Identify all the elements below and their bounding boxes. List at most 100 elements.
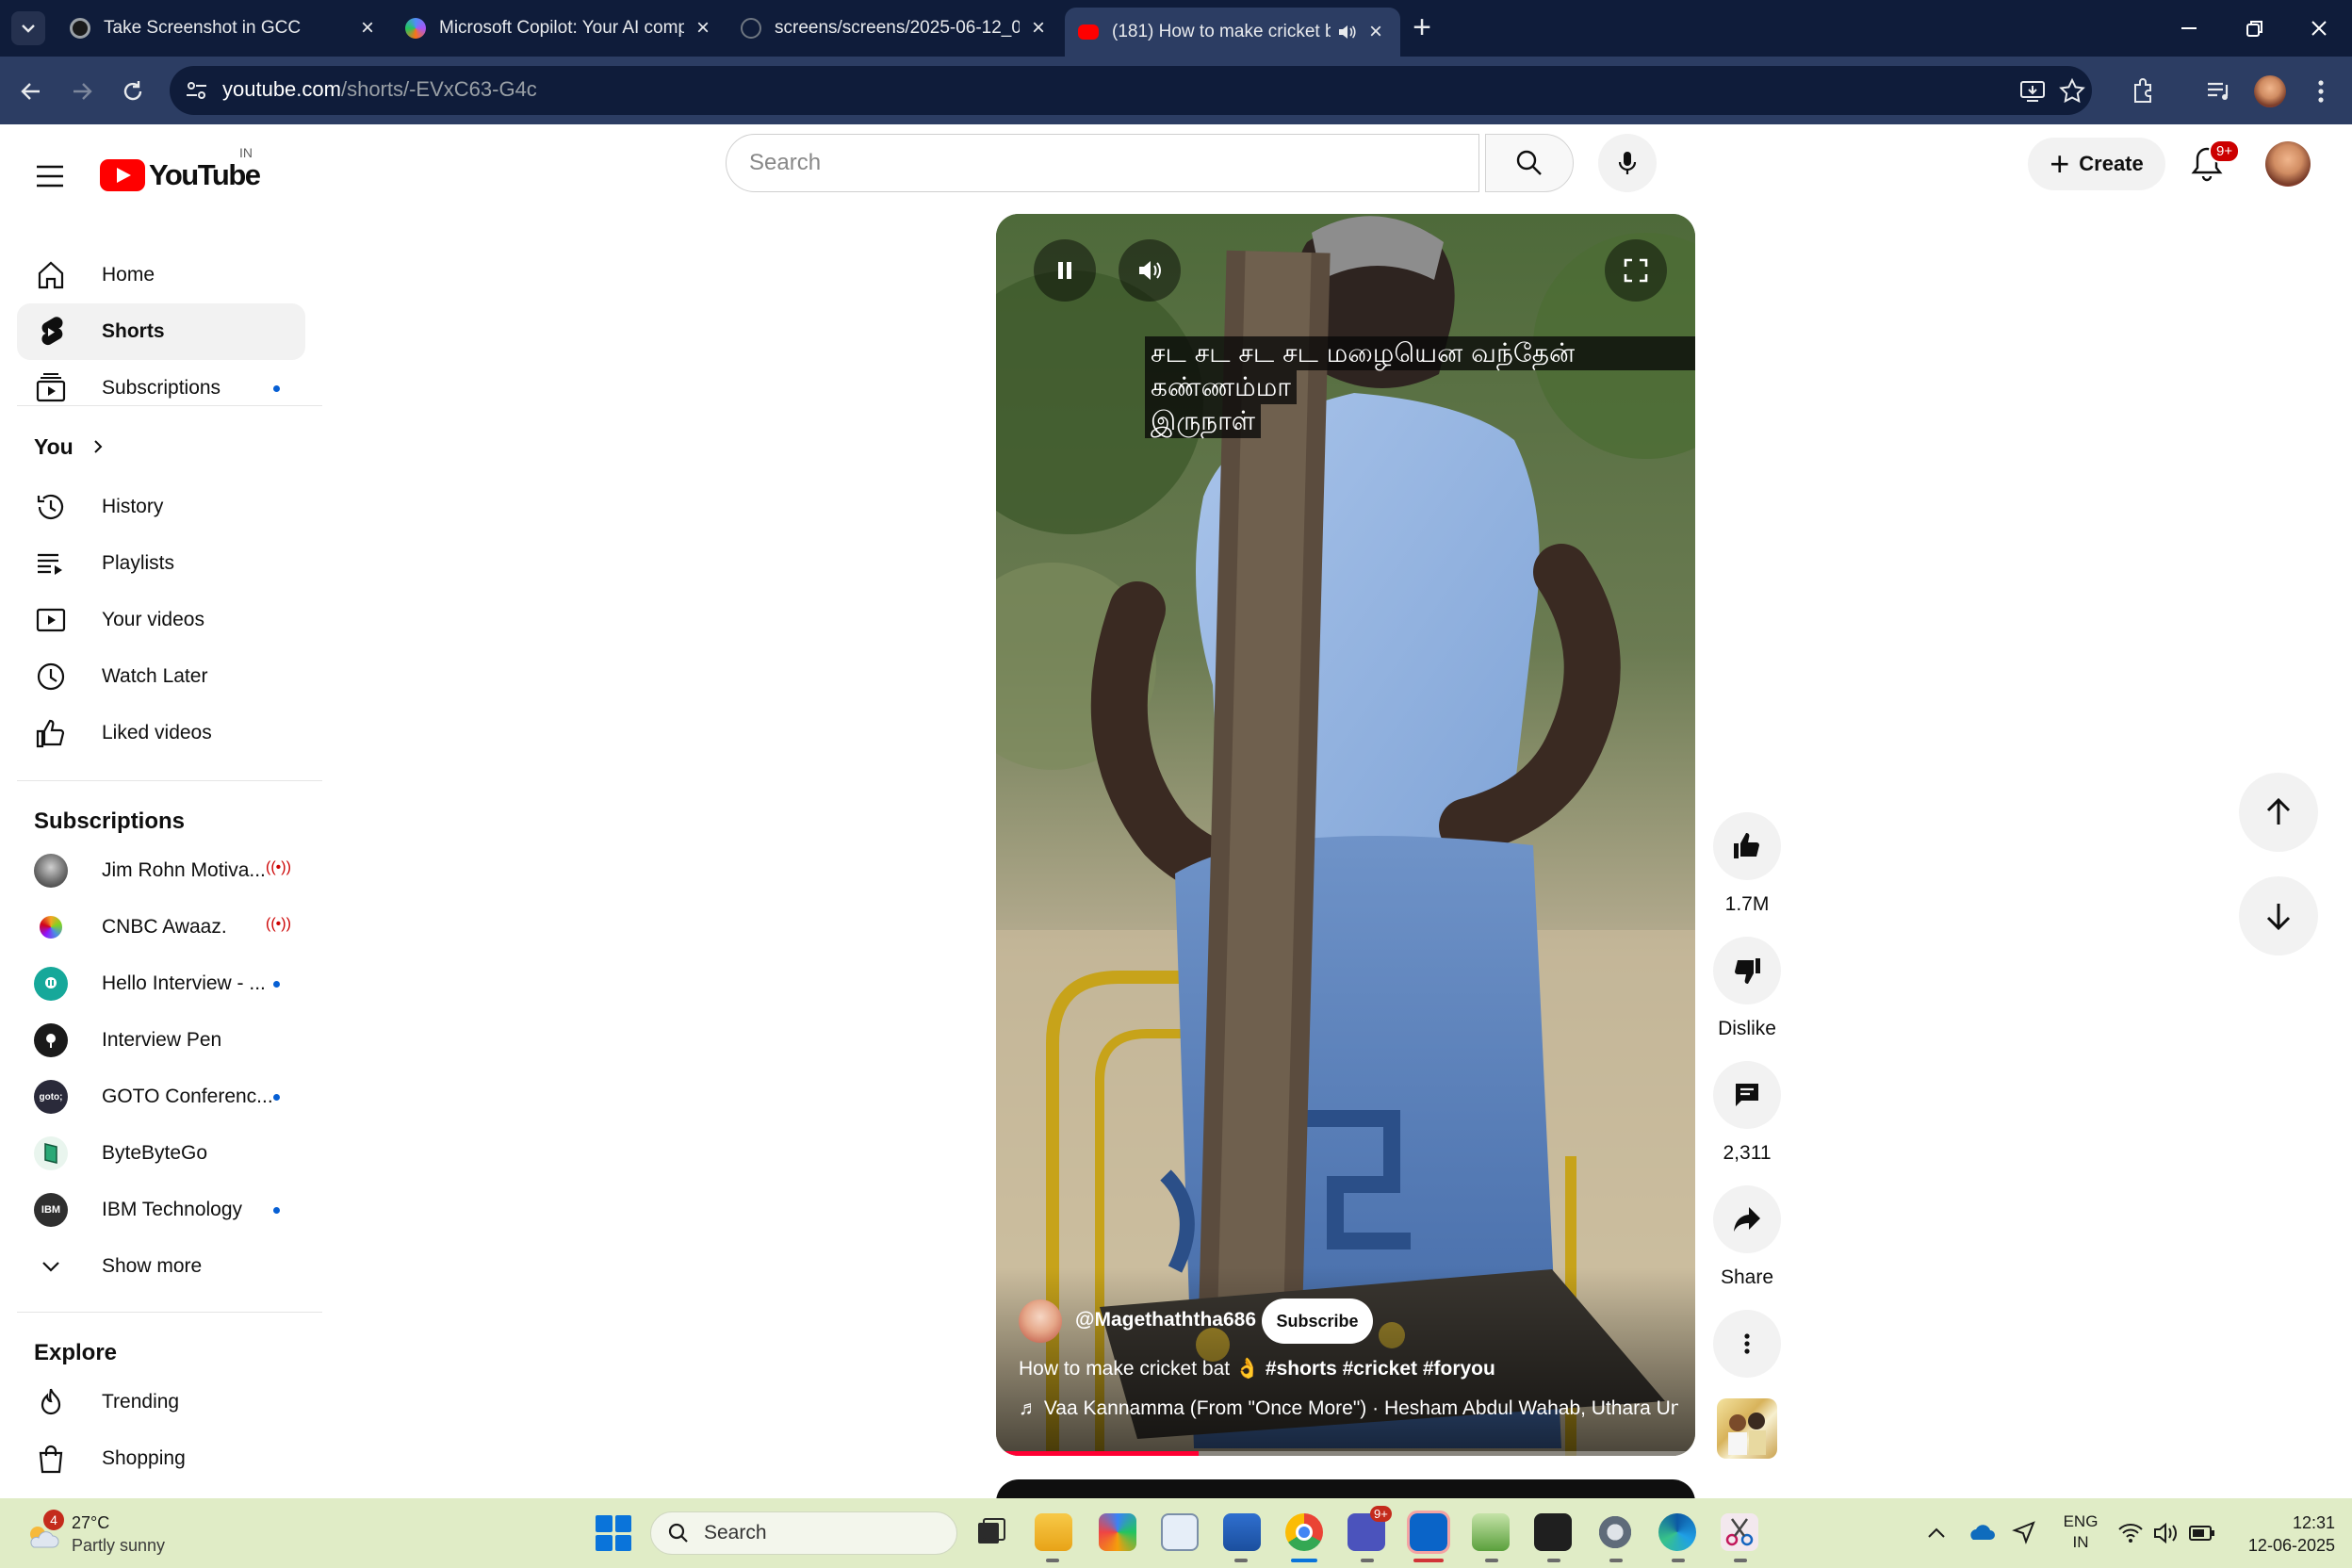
close-window-button[interactable] [2286, 0, 2352, 57]
sidebar-item-watch-later[interactable]: Watch Later [17, 648, 305, 705]
subscription-bytebytego[interactable]: ByteByteGo [17, 1125, 305, 1182]
create-button[interactable]: + Create [2028, 138, 2165, 190]
close-tab-icon[interactable]: × [1027, 15, 1050, 41]
sidebar-item-history[interactable]: History [17, 479, 305, 535]
running-indicator [1672, 1559, 1685, 1562]
restore-button[interactable] [2222, 0, 2288, 57]
weather-widget[interactable]: 4 27°C Partly sunny [24, 1510, 213, 1559]
system-clock[interactable]: 12:31 12-06-2025 [2231, 1511, 2335, 1557]
music-attribution-link[interactable]: ♬ Vaa Kannamma (From "Once More") · Hesh… [1019, 1397, 1678, 1420]
address-bar[interactable]: youtube.com/shorts/-EVxC63-G4c [170, 66, 2092, 115]
forward-button[interactable] [64, 74, 100, 109]
settings-gear-icon[interactable] [1596, 1513, 1634, 1551]
back-button[interactable] [13, 74, 49, 109]
next-short-button[interactable] [2239, 876, 2318, 956]
site-info-icon[interactable] [181, 74, 213, 106]
search-input[interactable] [727, 135, 1478, 191]
comments-button[interactable] [1713, 1061, 1781, 1129]
sidebar-item-home[interactable]: Home [17, 247, 305, 303]
account-avatar[interactable] [2265, 141, 2311, 187]
close-tab-icon[interactable]: × [356, 15, 379, 41]
tab-take-screenshot[interactable]: Take Screenshot in GCC × [57, 8, 392, 49]
speaker-icon[interactable] [1336, 22, 1357, 42]
extensions-puzzle-icon[interactable] [2128, 75, 2160, 107]
chrome-icon[interactable] [1285, 1513, 1323, 1551]
channel-avatar[interactable] [1019, 1299, 1062, 1343]
subscription-jim-rohn[interactable]: Jim Rohn Motiva... ((•)) [17, 842, 305, 899]
music-note-icon: ♬ [1019, 1397, 1044, 1419]
photos-app-icon[interactable] [1223, 1513, 1261, 1551]
sidebar-item-playlists[interactable]: Playlists [17, 535, 305, 592]
install-app-icon[interactable] [2018, 77, 2047, 106]
profile-avatar[interactable] [2254, 75, 2286, 107]
close-tab-icon[interactable]: × [692, 15, 714, 41]
short-hashtags[interactable]: #shorts #cricket #foryou [1266, 1358, 1495, 1380]
channel-name-link[interactable]: @Magethaththa686 [1075, 1309, 1256, 1331]
subscription-interview-pen[interactable]: Interview Pen [17, 1012, 305, 1069]
wifi-icon[interactable] [2116, 1521, 2145, 1545]
menu-hamburger-icon[interactable] [34, 160, 66, 192]
task-view-icon[interactable] [972, 1513, 1010, 1551]
short-title[interactable]: How to make cricket bat 👌 #shorts #crick… [1019, 1358, 1495, 1380]
share-button[interactable] [1713, 1185, 1781, 1253]
subscription-cnbc-awaaz[interactable]: CNBC Awaaz. ((•)) [17, 899, 305, 956]
tab-youtube-short[interactable]: (181) How to make cricket b × [1065, 8, 1400, 57]
reload-button[interactable] [115, 74, 151, 109]
start-button[interactable] [596, 1515, 631, 1551]
microsoft-365-icon[interactable] [1099, 1513, 1136, 1551]
pause-button[interactable] [1034, 239, 1096, 302]
search-button[interactable] [1485, 134, 1574, 192]
sidebar-item-liked-videos[interactable]: Liked videos [17, 705, 305, 761]
media-control-icon[interactable] [2203, 75, 2235, 107]
terminal-icon[interactable] [1534, 1513, 1572, 1551]
notifications-button[interactable]: 9+ [2188, 139, 2241, 188]
subscription-goto-conferences[interactable]: goto; GOTO Conferenc... [17, 1069, 305, 1125]
edge-icon[interactable] [1658, 1513, 1696, 1551]
subscribe-button[interactable]: Subscribe [1262, 1298, 1373, 1344]
more-vertical-icon[interactable] [2305, 75, 2337, 107]
video-progress-bar[interactable] [996, 1451, 1695, 1456]
more-options-button[interactable] [1713, 1310, 1781, 1378]
teams-icon[interactable]: 9+ [1348, 1506, 1392, 1551]
sidebar-item-shorts[interactable]: Shorts [17, 303, 305, 360]
youtube-logo[interactable]: YouTube IN [100, 145, 261, 202]
sidebar-item-subscriptions[interactable]: Subscriptions [17, 360, 305, 416]
sidebar-item-trending[interactable]: Trending [17, 1374, 305, 1430]
dislike-button[interactable] [1713, 937, 1781, 1004]
tab-github-screens[interactable]: screens/screens/2025-06-12_05 × [727, 8, 1063, 49]
snipping-app-icon[interactable] [1472, 1513, 1510, 1551]
voice-search-button[interactable] [1598, 134, 1657, 192]
clock-time: 12:31 [2292, 1513, 2335, 1532]
like-button[interactable] [1713, 812, 1781, 880]
tab-search-button[interactable] [11, 11, 45, 45]
you-section-header[interactable]: You [17, 424, 305, 469]
subscription-ibm-technology[interactable]: IBM IBM Technology [17, 1182, 305, 1238]
snipping-tool-icon[interactable] [1721, 1513, 1758, 1551]
sidebar-item-your-videos[interactable]: Your videos [17, 592, 305, 648]
volume-button[interactable] [1119, 239, 1181, 302]
notepad-window-icon[interactable] [1161, 1513, 1199, 1551]
sidebar-item-shopping[interactable]: Shopping [17, 1430, 305, 1487]
audio-track-thumbnail[interactable] [1717, 1398, 1777, 1459]
subscription-hello-interview[interactable]: Hello Interview - ... [17, 956, 305, 1012]
fullscreen-button[interactable] [1605, 239, 1667, 302]
chevron-up-icon[interactable] [1924, 1521, 1949, 1545]
new-tab-button[interactable]: + [1404, 11, 1440, 47]
input-language-indicator[interactable]: ENG IN [2062, 1511, 2099, 1553]
restore-icon [2246, 21, 2262, 37]
minimize-button[interactable] [2156, 0, 2222, 57]
volume-icon[interactable] [2152, 1521, 2180, 1545]
previous-short-button[interactable] [2239, 773, 2318, 852]
taskbar-search[interactable]: Search [650, 1511, 957, 1555]
outlook-icon[interactable] [1407, 1511, 1450, 1554]
tab-copilot[interactable]: Microsoft Copilot: Your AI comp × [392, 8, 727, 49]
file-explorer-icon[interactable] [1035, 1513, 1072, 1551]
onedrive-cloud-icon[interactable] [1966, 1519, 1996, 1545]
sidebar-item-label: Your videos [102, 609, 204, 630]
location-arrow-icon[interactable] [2011, 1519, 2037, 1545]
battery-icon[interactable] [2188, 1523, 2216, 1544]
shorts-video-player[interactable]: சட சட சட சட மழையென வந்தேன் கண்ணம்மா இருந… [996, 214, 1695, 1456]
close-tab-icon[interactable]: × [1364, 19, 1387, 45]
show-more-button[interactable]: Show more [17, 1238, 305, 1295]
bookmark-star-icon[interactable] [2058, 77, 2086, 106]
